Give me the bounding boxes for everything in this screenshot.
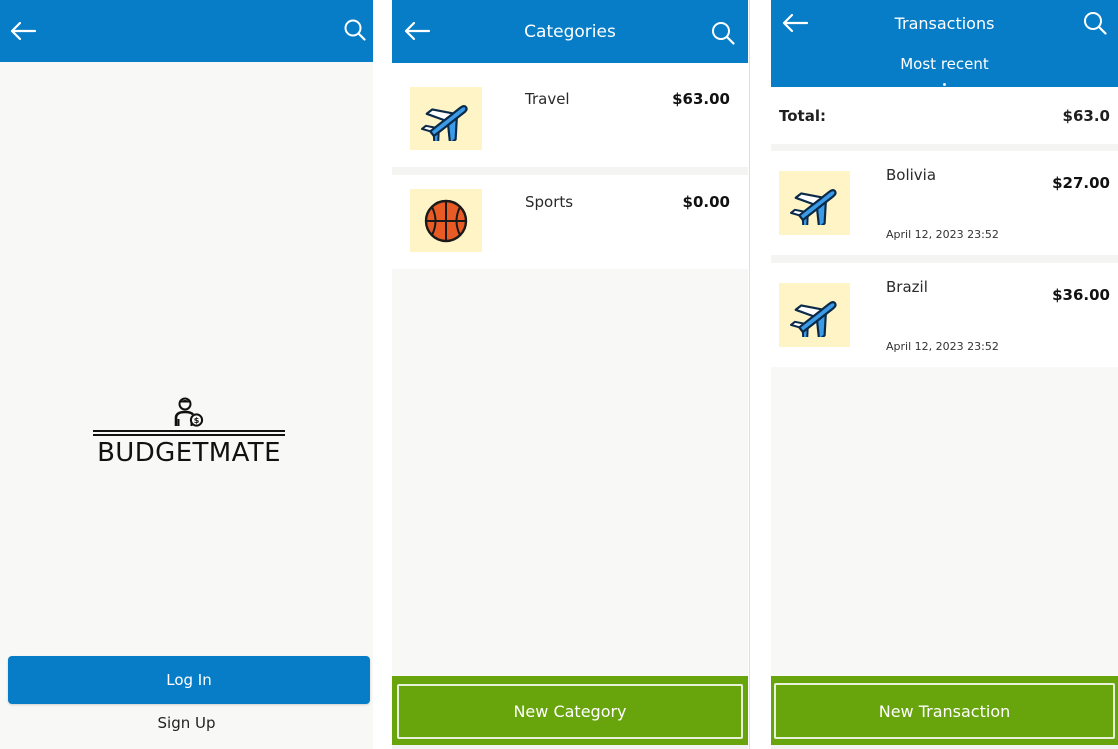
category-amount: $63.00 — [672, 90, 730, 108]
page-title: Categories — [524, 22, 616, 42]
search-icon[interactable] — [343, 18, 367, 42]
transaction-date: April 12, 2023 23:52 — [886, 340, 999, 353]
login-screen: $ BUDGETMATE Log In Sign Up — [0, 0, 373, 749]
new-category-button[interactable]: New Category — [397, 684, 743, 739]
category-label: Travel — [525, 90, 570, 108]
brand-rule-bottom — [93, 434, 285, 436]
transaction-row-brazil[interactable]: Brazil $36.00 April 12, 2023 23:52 — [771, 263, 1118, 367]
transaction-amount: $36.00 — [1052, 286, 1110, 304]
signup-link[interactable]: Sign Up — [0, 714, 373, 732]
bottom-action-bar: New Category — [392, 676, 748, 745]
categories-screen: Categories Travel $63.00 Sports $0.00 Ne… — [392, 0, 748, 749]
transaction-label: Bolivia — [886, 166, 937, 184]
transaction-label: Brazil — [886, 278, 928, 296]
search-icon[interactable] — [710, 20, 736, 46]
airplane-icon — [410, 87, 482, 150]
page-title: Transactions — [894, 14, 995, 33]
screen-divider — [749, 0, 750, 749]
total-value: $63.0 — [1062, 107, 1110, 125]
transactions-header: Transactions Most recent — [771, 0, 1118, 87]
login-button[interactable]: Log In — [8, 656, 370, 704]
sort-indicator — [943, 83, 946, 86]
svg-text:$: $ — [194, 416, 200, 425]
categories-header: Categories — [392, 0, 748, 63]
search-icon[interactable] — [1082, 10, 1108, 36]
person-dollar-icon: $ — [169, 396, 207, 428]
back-arrow-icon[interactable] — [8, 18, 38, 44]
login-header — [0, 0, 373, 62]
transaction-amount: $27.00 — [1052, 174, 1110, 192]
airplane-icon — [779, 171, 850, 235]
total-row: Total: $63.0 — [771, 87, 1118, 144]
row-divider — [771, 144, 1118, 151]
category-row-sports[interactable]: Sports $0.00 — [392, 175, 748, 269]
basketball-icon — [410, 189, 482, 252]
airplane-icon — [779, 283, 850, 347]
transaction-row-bolivia[interactable]: Bolivia $27.00 April 12, 2023 23:52 — [771, 151, 1118, 255]
row-divider — [392, 167, 748, 175]
row-divider — [771, 255, 1118, 263]
category-amount: $0.00 — [682, 193, 730, 211]
new-transaction-button[interactable]: New Transaction — [774, 683, 1115, 739]
brand-logo-text: BUDGETMATE — [97, 438, 281, 468]
transactions-screen: Transactions Most recent Total: $63.0 Bo… — [771, 0, 1118, 749]
bottom-strip — [392, 745, 748, 749]
bottom-strip — [771, 745, 1118, 749]
category-row-travel[interactable]: Travel $63.00 — [392, 63, 748, 167]
bottom-action-bar: New Transaction — [771, 676, 1118, 745]
total-label: Total: — [779, 107, 826, 125]
brand-rule-top — [93, 430, 285, 432]
category-label: Sports — [525, 193, 574, 211]
sort-selector[interactable]: Most recent — [771, 55, 1118, 73]
transaction-date: April 12, 2023 23:52 — [886, 228, 999, 241]
